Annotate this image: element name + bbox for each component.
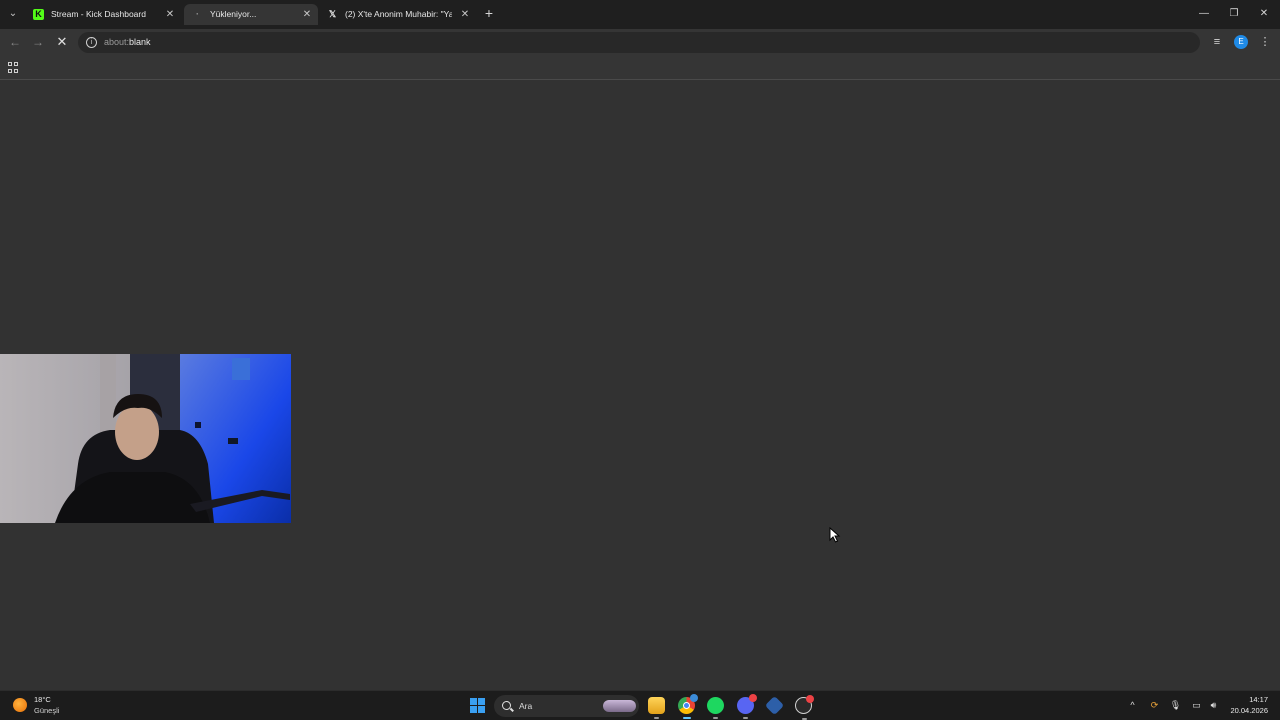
address-bar[interactable]: i about:blank	[78, 32, 1200, 53]
search-highlight-image	[603, 700, 636, 712]
minimize-icon[interactable]: —	[1196, 6, 1212, 22]
windows-start-icon[interactable]	[470, 698, 485, 713]
url-path: blank	[129, 37, 151, 47]
tab-title: (2) X'te Anonim Muhabir: "Yakın	[345, 9, 452, 19]
chevron-up-icon[interactable]: ^	[1126, 699, 1139, 712]
chrome-badge	[690, 694, 698, 702]
close-tab-icon[interactable]: ✕	[165, 4, 175, 25]
tab-loading[interactable]: · Yükleniyor... ✕	[184, 4, 318, 25]
loading-icon: ·	[196, 9, 199, 19]
microphone-icon[interactable]: 🎙︎	[1169, 699, 1182, 712]
search-icon	[502, 701, 511, 710]
profile-avatar[interactable]: E	[1234, 35, 1248, 49]
app-indicator	[743, 717, 748, 719]
search-label: Ara	[519, 701, 533, 711]
close-tab-icon[interactable]: ✕	[302, 4, 312, 25]
webcam-overlay	[0, 354, 291, 523]
stop-loading-button[interactable]: ✕	[54, 34, 70, 50]
sync-icon[interactable]: ⟳	[1148, 699, 1161, 712]
file-explorer-icon[interactable]	[648, 697, 665, 719]
webcam-image	[0, 354, 291, 523]
new-tab-button[interactable]: +	[481, 6, 497, 22]
close-tab-icon[interactable]: ✕	[460, 4, 470, 25]
tab-title: Stream - Kick Dashboard	[51, 9, 146, 19]
bookmarks-bar	[0, 56, 1280, 80]
tab-x-post[interactable]: 𝕏 (2) X'te Anonim Muhabir: "Yakın ✕	[319, 4, 476, 25]
weather-temp[interactable]: 18°C	[34, 695, 51, 704]
address-url[interactable]: about:blank	[104, 32, 151, 53]
more-menu-icon[interactable]: ⋮	[1257, 34, 1273, 50]
discord-badge	[749, 694, 757, 702]
chrome-center	[683, 702, 690, 709]
app-indicator	[713, 717, 718, 719]
info-icon[interactable]: i	[86, 37, 97, 48]
chrome-icon[interactable]	[678, 694, 698, 719]
kick-logo-icon: K	[33, 9, 44, 20]
app-indicator	[654, 717, 659, 719]
back-button[interactable]: ←	[7, 34, 23, 50]
tab-search-chevron-icon[interactable]: ⌄	[4, 5, 22, 23]
clock-date[interactable]: 20.04.2026	[1216, 706, 1268, 715]
apps-grid-icon[interactable]	[8, 62, 19, 73]
close-window-icon[interactable]: ✕	[1256, 6, 1272, 22]
sun-icon[interactable]	[13, 698, 27, 712]
spotify-icon[interactable]	[707, 697, 724, 719]
mouse-cursor-icon	[829, 527, 841, 543]
taskbar-search[interactable]: Ara	[494, 695, 639, 717]
forward-button[interactable]: →	[30, 34, 46, 50]
x-logo-icon: 𝕏	[328, 9, 337, 19]
browser-toolbar: ← → ✕ i about:blank ≡ E ⋮	[0, 29, 1280, 56]
app-icon[interactable]	[764, 695, 785, 716]
weather-desc[interactable]: Güneşli	[34, 706, 59, 715]
tab-title: Yükleniyor...	[210, 9, 257, 19]
steam-icon[interactable]	[795, 695, 814, 720]
restore-icon[interactable]: ❐	[1226, 6, 1242, 22]
discord-icon[interactable]	[737, 694, 757, 719]
app-indicator	[682, 717, 691, 719]
tab-kick-dashboard[interactable]: K Stream - Kick Dashboard ✕	[25, 4, 181, 25]
url-scheme: about:	[104, 37, 130, 47]
steam-badge	[806, 695, 814, 703]
tab-strip: ⌄ K Stream - Kick Dashboard ✕ · Yükleniy…	[0, 0, 1280, 29]
network-icon[interactable]: ▭	[1190, 699, 1203, 712]
clock-time[interactable]: 14:17	[1226, 695, 1268, 704]
taskbar: 18°C Güneşli Ara ^ ⟳ 🎙︎ ▭ 🔊︎ 14:17 20.04…	[0, 690, 1280, 720]
media-controls-icon[interactable]: ≡	[1209, 34, 1225, 50]
